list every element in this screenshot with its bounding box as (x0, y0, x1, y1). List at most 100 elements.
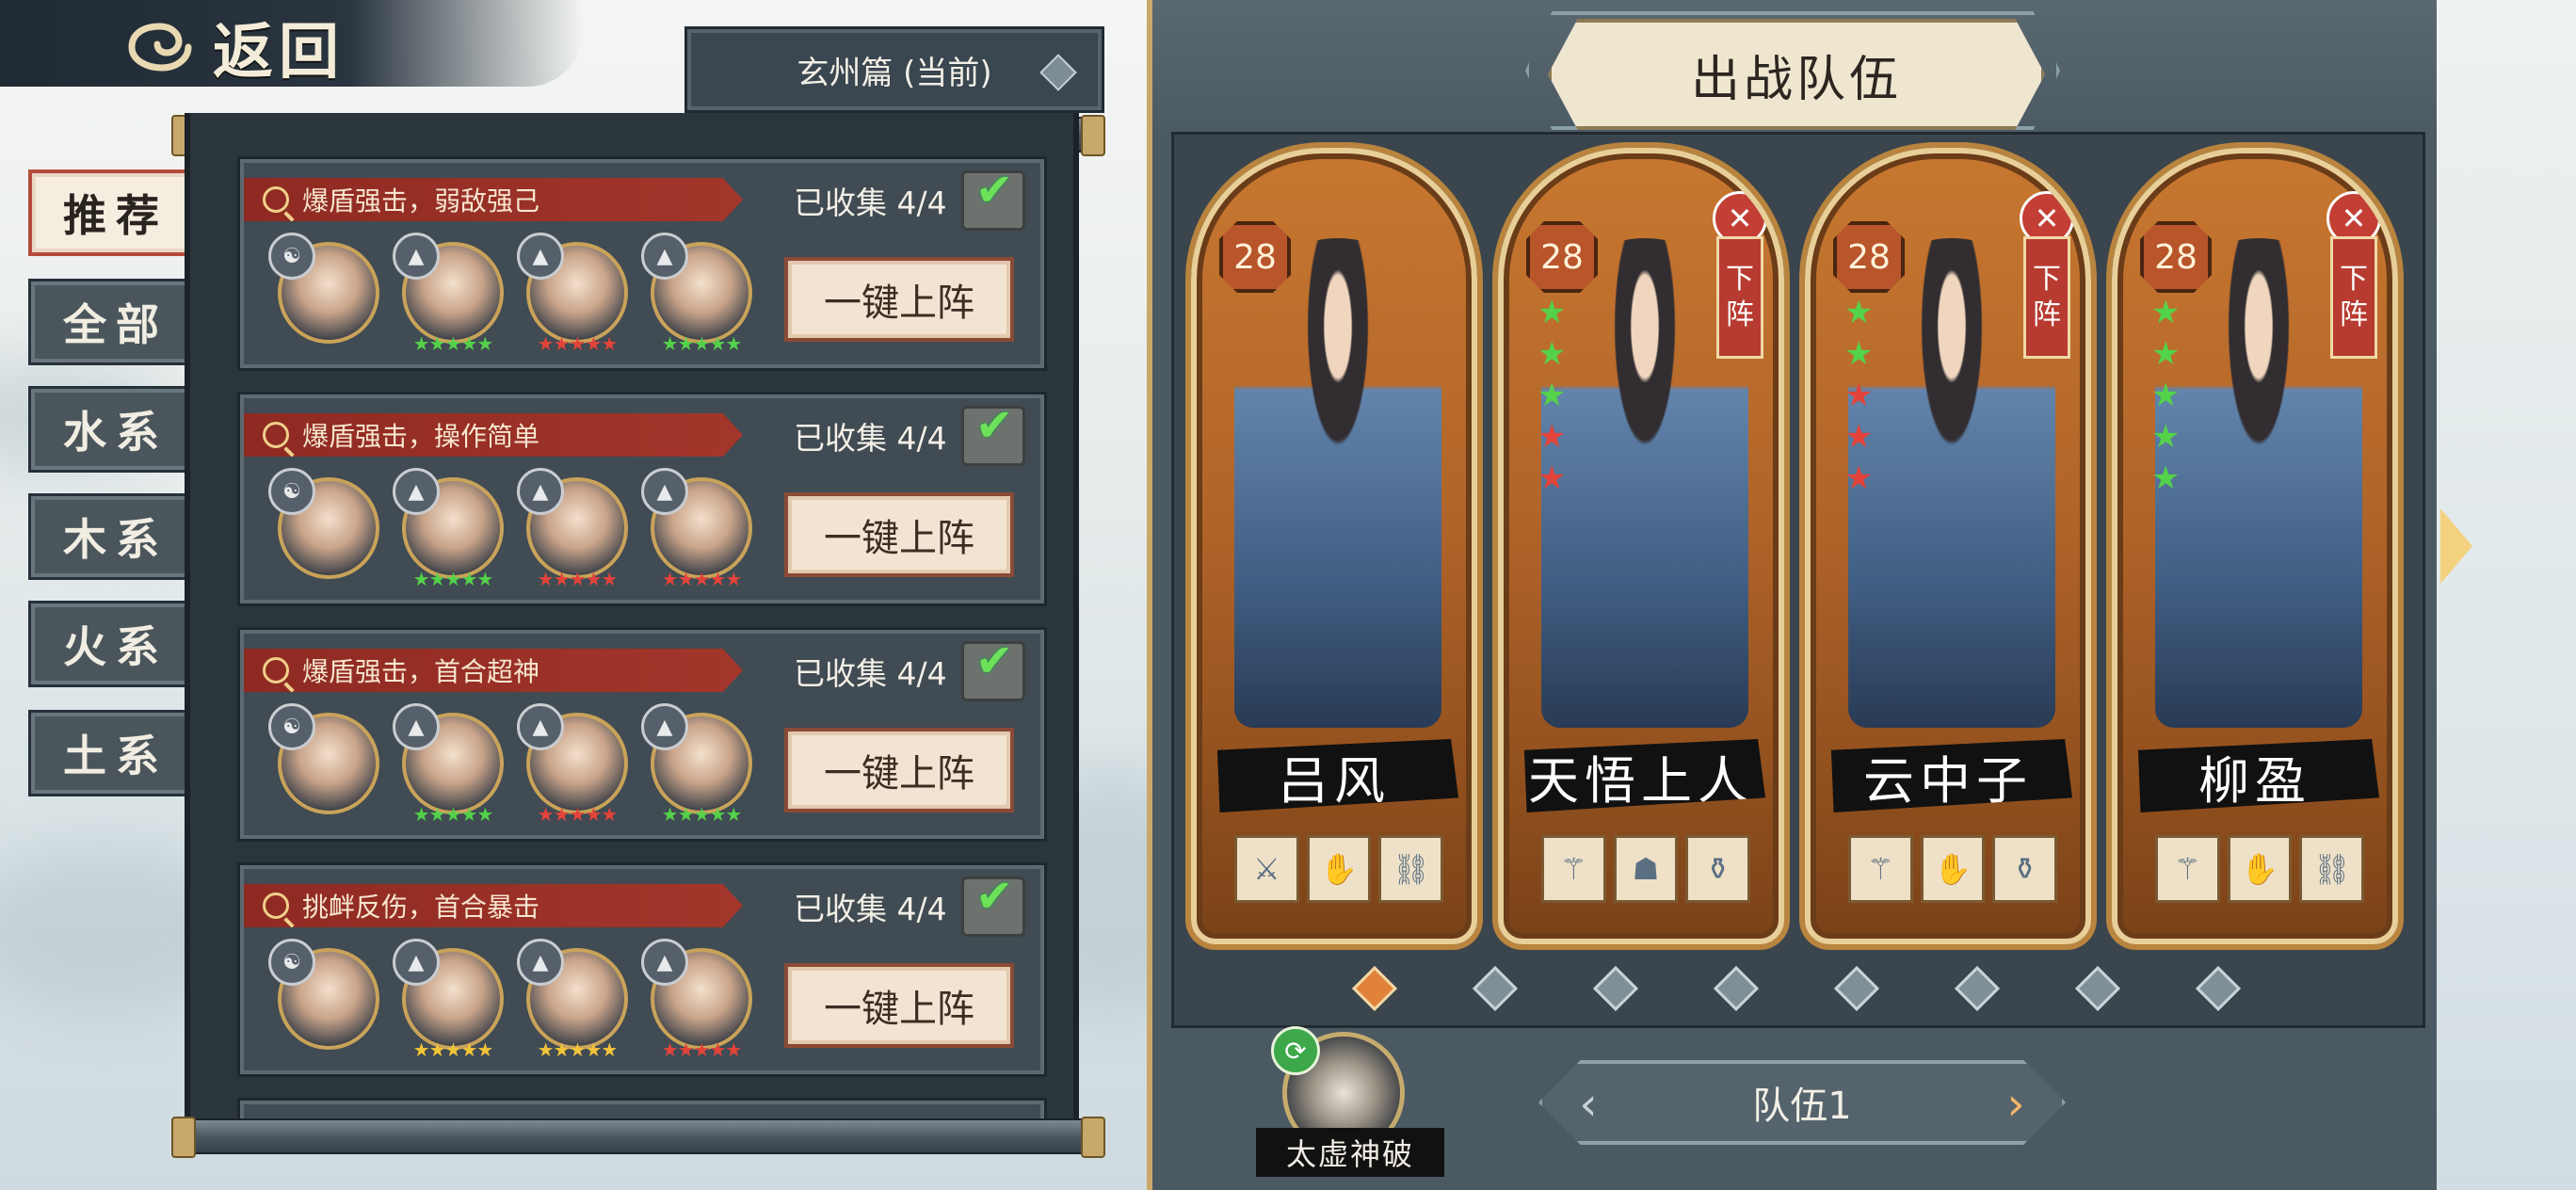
element-badge: ▲ (517, 233, 564, 280)
hero-name: 天悟上人 (1523, 739, 1765, 812)
hero-card[interactable]: 28 吕风 ⚔ ✋ ⛓ (1191, 148, 1477, 944)
team-member-avatar[interactable]: ▲ ★★★★★ (517, 233, 628, 355)
hero-stars: ★ ★ ★ ★ ★ (2151, 295, 2189, 496)
tab-water[interactable]: 水系 (28, 386, 203, 473)
hero-card[interactable]: 28 ★ ★ ★ ★ ★ ✕ 下阵 柳盈 ⚚ ✋ ⛓ (2112, 148, 2398, 944)
zoom-icon[interactable] (263, 186, 289, 213)
next-team-arrow-icon[interactable]: › (1994, 1082, 2037, 1127)
page-dot[interactable] (1954, 965, 2001, 1012)
element-badge: ▲ (393, 939, 440, 986)
tab-wood[interactable]: 木系 (28, 493, 203, 580)
tab-fire[interactable]: 火系 (28, 601, 203, 687)
star-rating: ★★★★★ (412, 332, 494, 355)
team-member-avatar[interactable]: ▲ ★★★★★ (641, 703, 752, 826)
team-member-avatar[interactable]: ▲ ★★★★★ (641, 468, 752, 590)
element-badge: ▲ (641, 233, 688, 280)
deploy-team-button[interactable]: 一键上阵 (784, 257, 1014, 342)
unequip-label: 下阵 (1716, 236, 1763, 359)
star-icon: ★ (1538, 418, 1567, 456)
team-tag-text: 爆盾强击，首合超神 (302, 656, 540, 687)
page-dot[interactable] (1713, 965, 1760, 1012)
tab-recommended[interactable]: 推荐 (28, 169, 203, 256)
team-member-avatar[interactable]: ▲ ★★★★★ (393, 939, 504, 1061)
team-tag-ribbon: 爆盾强击，弱敌强己 (244, 178, 743, 221)
element-badge: ☯ (268, 468, 315, 515)
deploy-label: 一键上阵 (824, 281, 974, 325)
tab-all[interactable]: 全部 (28, 279, 203, 365)
hero-level: 28 (1833, 221, 1905, 293)
star-icon: ★ (2151, 335, 2181, 373)
page-dot[interactable] (1351, 965, 1398, 1012)
zoom-icon[interactable] (263, 657, 289, 683)
team-member-avatar[interactable]: ☯ (268, 703, 379, 814)
armor-icon[interactable]: ⛓ (1378, 835, 1444, 903)
unequip-button[interactable]: ✕ 下阵 (1709, 191, 1767, 370)
vase-icon[interactable]: ⚱ (1992, 835, 2058, 903)
star-rating: ★★★★★ (412, 568, 494, 590)
element-badge: ☯ (268, 703, 315, 750)
team-member-avatar[interactable]: ▲ ★★★★★ (393, 703, 504, 826)
background-scenery (2437, 0, 2576, 1190)
page-dot[interactable] (1592, 965, 1639, 1012)
deploy-team-button[interactable]: 一键上阵 (784, 492, 1014, 577)
element-badge: ▲ (517, 939, 564, 986)
team-card: 爆盾强击，弱敌强己 已收集 4/4 ☯ ▲ ★★★★★ ▲ ★★★★★ ▲ ★★★★★… (237, 156, 1047, 371)
weapon-icon[interactable]: ⚚ (1848, 835, 1913, 903)
team-member-avatar[interactable]: ☯ (268, 939, 379, 1050)
refresh-icon[interactable]: ⟳ (1271, 1026, 1320, 1075)
page-dot[interactable] (1833, 965, 1880, 1012)
sword-icon[interactable]: ⚔ (1234, 835, 1299, 903)
team-member-avatar[interactable]: ▲ ★★★★★ (393, 468, 504, 590)
chapter-dropdown[interactable]: 玄州篇 (当前) (684, 26, 1104, 113)
tab-earth[interactable]: 土系 (28, 710, 203, 796)
page-dot[interactable] (1472, 965, 1519, 1012)
element-badge: ▲ (641, 468, 688, 515)
deploy-team-button[interactable]: 一键上阵 (784, 728, 1014, 812)
team-member-avatar[interactable]: ☯ (268, 233, 379, 344)
weapon-icon[interactable]: ⚚ (1541, 835, 1606, 903)
star-icon: ★ (1538, 377, 1567, 414)
armor-icon[interactable]: ⛓ (2299, 835, 2365, 903)
team-member-avatar[interactable]: ▲ ★★★★★ (641, 233, 752, 355)
page-dot[interactable] (2074, 965, 2121, 1012)
vase-icon[interactable]: ⚱ (1685, 835, 1751, 903)
element-badge: ☯ (268, 939, 315, 986)
unequip-button[interactable]: ✕ 下阵 (2016, 191, 2074, 370)
team-member-avatar[interactable]: ▲ ★★★★★ (641, 939, 752, 1061)
weapon-icon[interactable]: ⚚ (2155, 835, 2220, 903)
team-member-avatar[interactable]: ▲ ★★★★★ (393, 233, 504, 355)
zoom-icon[interactable] (263, 422, 289, 448)
collected-count: 已收集 4/4 (794, 420, 947, 457)
page-dot[interactable] (2195, 965, 2242, 1012)
star-rating: ★★★★★ (537, 1038, 619, 1061)
element-badge: ▲ (393, 233, 440, 280)
unequip-button[interactable]: ✕ 下阵 (2323, 191, 2381, 370)
hero-card[interactable]: 28 ★ ★ ★ ★ ★ ✕ 下阵 云中子 ⚚ ✋ ⚱ (1805, 148, 2091, 944)
team-member-avatar[interactable]: ▲ ★★★★★ (517, 468, 628, 590)
tab-label: 水系 (63, 407, 169, 458)
team-member-avatar[interactable]: ▲ ★★★★★ (517, 703, 628, 826)
gauntlet-icon[interactable]: ✋ (1920, 835, 1986, 903)
tab-label: 全部 (63, 299, 169, 350)
collected-check-icon (961, 399, 1025, 466)
team-card: 爆盾强击，首合超神 已收集 4/4 ☯ ▲ ★★★★★ ▲ ★★★★★ ▲ ★★★★★… (237, 627, 1047, 842)
team-member-avatar[interactable]: ▲ ★★★★★ (517, 939, 628, 1061)
gear-row: ⚚ ✋ ⚱ (1848, 835, 2058, 903)
team-member-avatar[interactable]: ☯ (268, 468, 379, 579)
hero-stars: ★ ★ ★ ★ ★ (1538, 295, 1575, 496)
star-icon: ★ (1844, 377, 1874, 414)
prev-team-arrow-icon[interactable]: ‹ (1567, 1082, 1610, 1127)
gauntlet-icon[interactable]: ✋ (2227, 835, 2293, 903)
next-page-arrow-icon[interactable] (2440, 508, 2472, 584)
back-button[interactable]: 返回 (122, 8, 386, 88)
hero-card[interactable]: 28 ★ ★ ★ ★ ★ ✕ 下阵 天悟上人 ⚚ ☗ ⚱ (1498, 148, 1784, 944)
team-tag-ribbon: 挑衅反伤，首合暴击 (244, 884, 743, 927)
team-recommend-panel: 返回 玄州篇 (当前) 推荐 全部 水系 木系 火系 土系 爆盾强击，弱敌强己 … (0, 0, 1151, 1190)
gauntlet-icon[interactable]: ✋ (1306, 835, 1372, 903)
deploy-team-button[interactable]: 一键上阵 (784, 963, 1014, 1048)
star-rating: ★★★★★ (661, 1038, 743, 1061)
zoom-icon[interactable] (263, 892, 289, 919)
robe-icon[interactable]: ☗ (1613, 835, 1679, 903)
hero-level: 28 (2140, 221, 2212, 293)
team-list-scroll[interactable]: 爆盾强击，弱敌强己 已收集 4/4 ☯ ▲ ★★★★★ ▲ ★★★★★ ▲ ★★★★★… (185, 113, 1079, 1139)
